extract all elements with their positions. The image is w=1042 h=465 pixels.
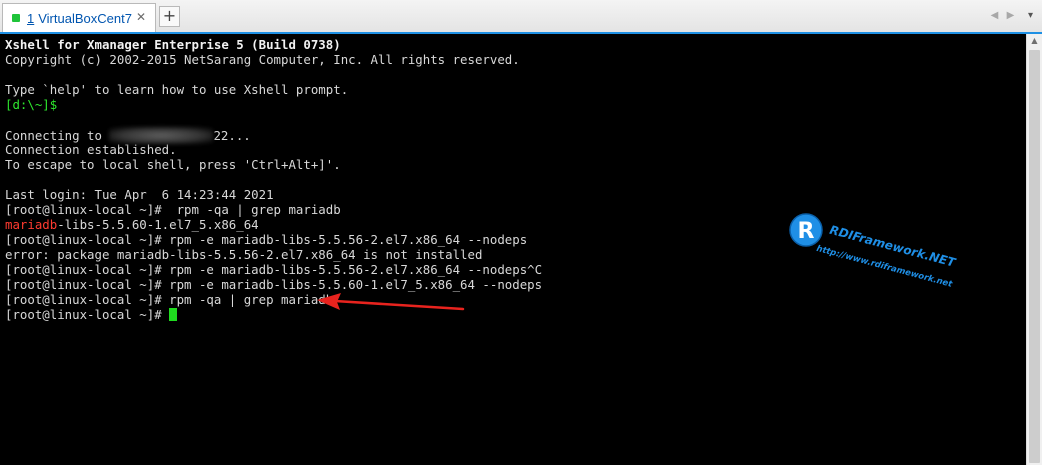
- output-text: -libs-5.5.60-1.el7_5.x86_64: [57, 217, 259, 232]
- command-line: [root@linux-local ~]# rpm -qa | grep mar…: [5, 202, 542, 217]
- session-tab-number: 1: [27, 10, 35, 26]
- watermark-badge-icon: R: [789, 213, 823, 247]
- terminal-banner: Xshell for Xmanager Enterprise 5 (Build …: [5, 37, 341, 52]
- annotation-arrow: [317, 293, 465, 311]
- command-line: [root@linux-local ~]# rpm -e mariadb-lib…: [5, 262, 542, 277]
- scrollbar-thumb[interactable]: [1029, 50, 1040, 463]
- session-tab-title: VirtualBoxCent7: [38, 10, 132, 26]
- shell-prompt: [root@linux-local ~]#: [5, 202, 162, 217]
- terminal-cursor: [169, 308, 178, 321]
- tab-bar: 1 VirtualBoxCent7 ✕ + ◀ ▶ ▾: [0, 0, 1042, 33]
- shell-prompt: [root@linux-local ~]#: [5, 277, 162, 292]
- command-text: rpm -qa | grep mariadb: [161, 202, 341, 217]
- tab-list-menu-icon[interactable]: ▾: [1024, 9, 1037, 22]
- shell-prompt: [root@linux-local ~]#: [5, 307, 162, 322]
- connecting-prefix: Connecting to: [5, 128, 110, 143]
- terminal-help-text: Type `help' to learn how to use Xshell p…: [5, 82, 349, 97]
- redacted-host-address: [109, 127, 214, 144]
- session-tab[interactable]: 1 VirtualBoxCent7 ✕: [2, 3, 156, 32]
- connecting-line: Connecting to 22...: [5, 127, 542, 144]
- connection-established-line: Connection established.: [5, 142, 177, 157]
- shell-prompt: [root@linux-local ~]#: [5, 292, 162, 307]
- command-text: rpm -e mariadb-libs-5.5.60-1.el7_5.x86_6…: [161, 277, 543, 292]
- command-text: rpm -e mariadb-libs-5.5.56-2.el7.x86_64 …: [161, 262, 543, 277]
- connecting-suffix: 22...: [213, 128, 251, 143]
- session-tab-label: 1 VirtualBoxCent7: [27, 11, 132, 26]
- command-text: rpm -qa | grep mariadb: [161, 292, 334, 307]
- command-line: [root@linux-local ~]# rpm -e mariadb-lib…: [5, 277, 542, 292]
- command-text: [162, 307, 169, 322]
- watermark-logo: R RDIFramework.NET http://www.rdiframewo…: [789, 213, 958, 290]
- terminal-output: Xshell for Xmanager Enterprise 5 (Build …: [5, 37, 542, 322]
- terminal-copyright: Copyright (c) 2002-2015 NetSarang Comput…: [5, 52, 520, 67]
- close-tab-icon[interactable]: ✕: [133, 9, 149, 25]
- output-line: mariadb-libs-5.5.60-1.el7_5.x86_64: [5, 217, 542, 232]
- escape-hint-line: To escape to local shell, press 'Ctrl+Al…: [5, 157, 341, 172]
- error-line: error: package mariadb-libs-5.5.56-2.el7…: [5, 247, 483, 262]
- scroll-tabs-left-icon[interactable]: ◀: [988, 9, 1001, 22]
- last-login-line: Last login: Tue Apr 6 14:23:44 2021: [5, 187, 274, 202]
- terminal-scrollbar[interactable]: ▲: [1026, 34, 1042, 465]
- shell-prompt: [root@linux-local ~]#: [5, 232, 162, 247]
- scroll-tabs-right-icon[interactable]: ▶: [1004, 9, 1017, 22]
- grep-match-highlight: mariadb: [5, 217, 58, 232]
- command-line: [root@linux-local ~]# rpm -e mariadb-lib…: [5, 232, 542, 247]
- scroll-up-icon[interactable]: ▲: [1027, 34, 1042, 48]
- svg-text:R: R: [798, 219, 815, 244]
- command-text: rpm -e mariadb-libs-5.5.56-2.el7.x86_64 …: [161, 232, 528, 247]
- connection-status-icon: [12, 14, 20, 22]
- shell-prompt: [root@linux-local ~]#: [5, 262, 162, 277]
- new-tab-button[interactable]: +: [159, 6, 180, 27]
- watermark-brand: RDIFramework.NET: [828, 223, 957, 270]
- local-shell-prompt: [d:\~]$: [5, 97, 58, 112]
